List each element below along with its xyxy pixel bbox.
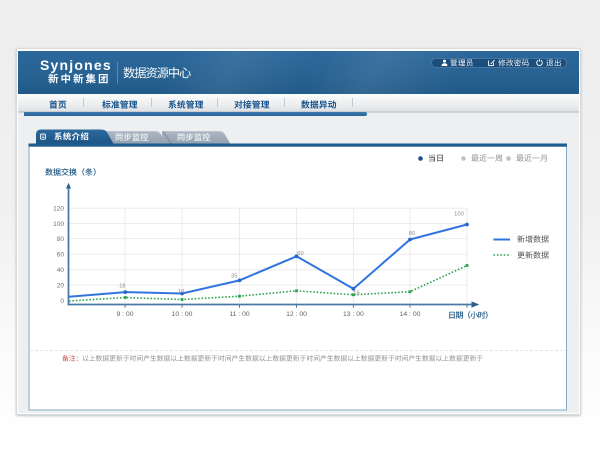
svg-text:35: 35: [231, 274, 237, 280]
svg-text:100: 100: [454, 212, 464, 218]
svg-text:9 : 00: 9 : 00: [116, 311, 133, 318]
svg-text:80: 80: [57, 236, 65, 243]
svg-text:20: 20: [57, 282, 65, 289]
svg-text:80: 80: [409, 231, 415, 237]
svg-text:60: 60: [297, 251, 303, 257]
svg-text:14 : 00: 14 : 00: [400, 311, 421, 318]
svg-text:40: 40: [57, 267, 65, 274]
svg-text:60: 60: [57, 252, 65, 259]
svg-text:11 : 00: 11 : 00: [229, 311, 250, 318]
svg-text:100: 100: [53, 221, 64, 228]
svg-text:12 : 00: 12 : 00: [286, 311, 307, 318]
svg-text:18: 18: [119, 284, 125, 290]
svg-text:0: 0: [60, 298, 64, 305]
svg-text:10 : 00: 10 : 00: [172, 311, 193, 318]
svg-text:13 : 00: 13 : 00: [343, 311, 364, 318]
svg-text:15: 15: [353, 291, 359, 297]
svg-text:10: 10: [178, 289, 184, 295]
svg-text:120: 120: [53, 205, 64, 212]
